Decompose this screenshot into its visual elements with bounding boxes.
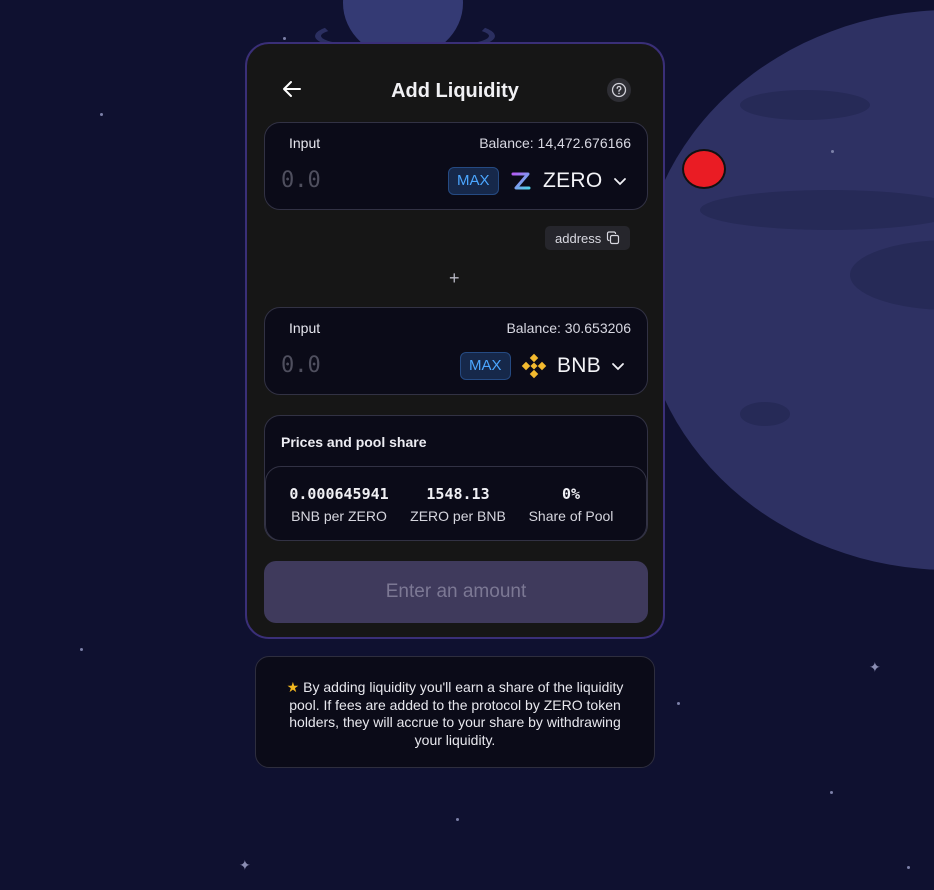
token-a-label: Input [289, 135, 321, 151]
star [831, 150, 834, 153]
help-icon [611, 82, 627, 98]
copy-address-button[interactable]: address [545, 226, 631, 250]
star [283, 37, 286, 40]
star-icon: ★ [286, 679, 300, 695]
info-text: By adding liquidity you'll earn a share … [289, 679, 624, 748]
star [830, 791, 833, 794]
token-b-selector[interactable]: BNB [521, 350, 625, 382]
address-label: address [555, 230, 602, 246]
token-b-input-panel: Input Balance: 30.653206 MAX BNB [264, 307, 648, 395]
copy-icon [607, 231, 620, 245]
card-header: Add Liquidity [247, 74, 663, 108]
plus-separator: + [449, 268, 460, 288]
star [677, 702, 680, 705]
token-a-amount-input[interactable] [281, 165, 421, 195]
pool-stat-label: ZERO per BNB [410, 508, 506, 524]
token-a-selector[interactable]: ZERO [509, 165, 627, 197]
bnb-token-icon [521, 353, 547, 379]
star [100, 113, 103, 116]
token-a-max-button[interactable]: MAX [448, 167, 499, 195]
token-b-max-button[interactable]: MAX [460, 352, 511, 380]
pool-stat-value: 1548.13 [426, 485, 490, 503]
large-planet [640, 10, 934, 570]
token-b-balance: Balance: 30.653206 [506, 320, 631, 336]
star [80, 648, 83, 651]
token-b-symbol: BNB [557, 354, 602, 377]
token-b-label: Input [289, 320, 321, 336]
star [907, 866, 910, 869]
pool-stat-label: Share of Pool [528, 508, 614, 524]
pool-stat: 0% Share of Pool [524, 485, 618, 524]
red-cursor-dot [682, 149, 726, 189]
token-a-symbol: ZERO [543, 169, 603, 192]
prices-pool-share-panel: Prices and pool share 0.000645941 BNB pe… [264, 415, 648, 541]
pool-stat: 0.000645941 BNB per ZERO [286, 485, 392, 524]
help-button[interactable] [607, 78, 631, 102]
token-b-amount-input[interactable] [281, 350, 421, 380]
pool-stat-value: 0% [561, 485, 581, 503]
pool-title: Prices and pool share [281, 434, 427, 450]
liquidity-info-box: ★ By adding liquidity you'll earn a share… [255, 656, 655, 768]
chevron-down-icon [612, 363, 624, 371]
sparkle: ✦ [239, 857, 251, 873]
page-title: Add Liquidity [391, 80, 519, 102]
sparkle: ✦ [869, 659, 881, 675]
pool-stat-label: BNB per ZERO [291, 508, 387, 524]
pool-stat-value: 0.000645941 [289, 485, 389, 503]
star [456, 818, 459, 821]
token-a-input-panel: Input Balance: 14,472.676166 MAX ZERO [264, 122, 648, 210]
zero-token-icon [511, 172, 531, 190]
enter-amount-button[interactable]: Enter an amount [264, 561, 648, 623]
add-liquidity-card: Add Liquidity Input Balance: 14,472.6761… [245, 42, 665, 639]
chevron-down-icon [613, 178, 626, 186]
pool-stats: 0.000645941 BNB per ZERO 1548.13 ZERO pe… [265, 466, 647, 541]
token-a-balance: Balance: 14,472.676166 [479, 135, 631, 151]
pool-stat: 1548.13 ZERO per BNB [408, 485, 508, 524]
